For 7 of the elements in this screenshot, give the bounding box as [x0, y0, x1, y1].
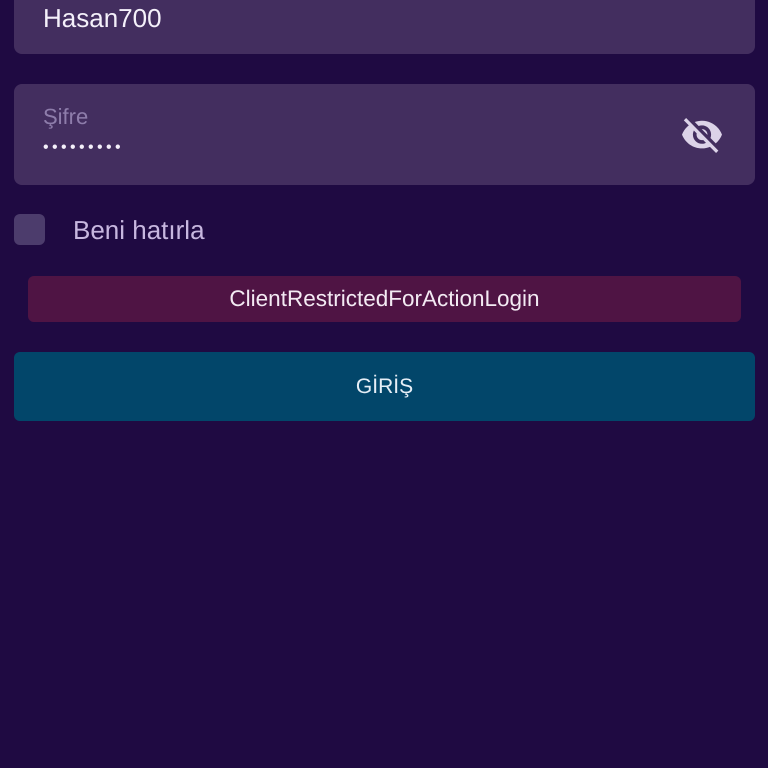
error-message: ClientRestrictedForActionLogin	[28, 276, 741, 322]
username-field[interactable]: Hasan700	[14, 0, 755, 54]
remember-me-label[interactable]: Beni hatırla	[73, 214, 205, 244]
field-label: Şifre	[43, 104, 88, 130]
eye-slash-icon[interactable]	[682, 118, 722, 153]
remember-checkbox[interactable]	[14, 214, 45, 245]
login-button[interactable]: GİRİŞ	[14, 352, 755, 421]
